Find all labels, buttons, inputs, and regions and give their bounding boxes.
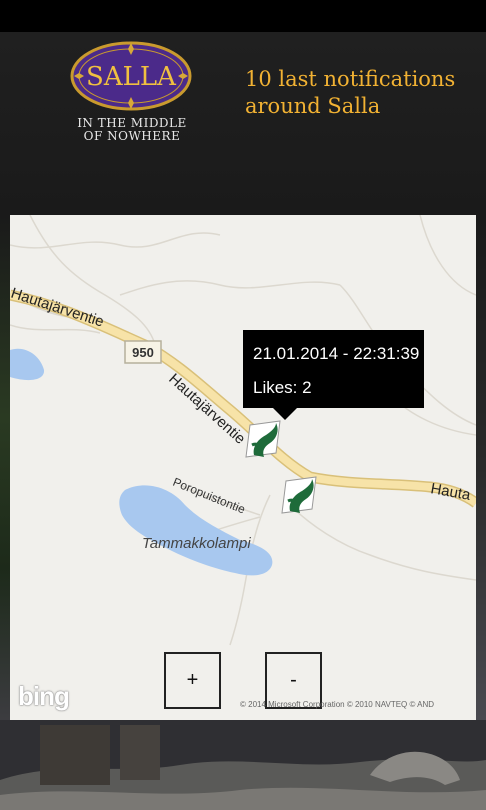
logo-wordmark: SALLA <box>86 62 177 92</box>
tooltip-likes: Likes: 2 <box>253 378 312 397</box>
notification-pin[interactable] <box>245 420 281 458</box>
notification-pin[interactable] <box>281 476 317 514</box>
status-bar <box>0 0 486 32</box>
title-line-2: around Salla <box>245 94 381 118</box>
logo-tagline: IN THE MIDDLE OF NOWHERE <box>62 117 202 143</box>
lake-label: Tammakkolampi <box>142 535 251 552</box>
tooltip-timestamp: 21.01.2014 - 22:31:39 <box>253 344 420 363</box>
map-canvas[interactable]: 950 Hautajärventie Hautajärventie Hauta … <box>10 215 476 720</box>
road-label-a: Hautajärventie <box>10 285 106 331</box>
zoom-in-button[interactable]: + <box>164 652 221 709</box>
page-title: 10 last notifications around Salla <box>245 66 475 120</box>
background-right <box>476 215 486 720</box>
scenery-graphic <box>0 720 486 810</box>
tagline-line-2: OF NOWHERE <box>83 129 181 143</box>
lake-small <box>10 348 45 381</box>
map-copyright: © 2014 Microsoft Corporation © 2010 NAVT… <box>240 700 435 709</box>
road-label-c: Hauta <box>429 480 472 504</box>
tooltip-tail <box>273 408 297 420</box>
map-view[interactable]: 950 Hautajärventie Hautajärventie Hauta … <box>10 215 476 720</box>
salla-logo: SALLA <box>70 41 192 111</box>
notification-tooltip: 21.01.2014 - 22:31:39 Likes: 2 <box>243 330 424 420</box>
title-line-1: 10 last notifications <box>245 67 456 91</box>
footer-scenery <box>0 720 486 810</box>
road-number: 950 <box>132 345 154 360</box>
background-left <box>0 215 10 720</box>
bing-logo: bing <box>18 681 70 711</box>
lake-tammakkolampi <box>119 485 273 576</box>
